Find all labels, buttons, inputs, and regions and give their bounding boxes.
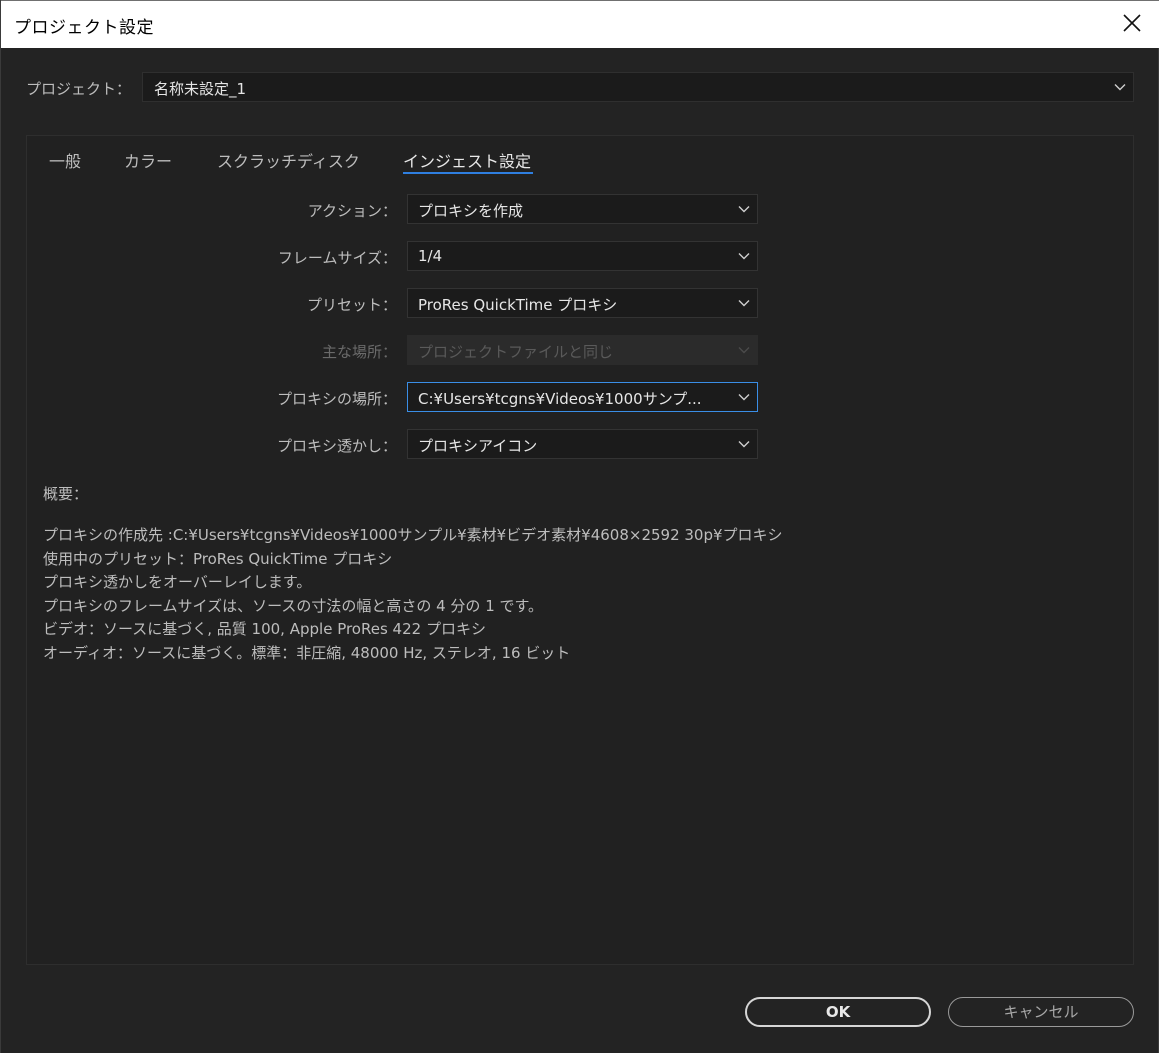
frame-size-label: フレームサイズ： <box>277 249 397 267</box>
proxy-watermark-select[interactable]: プロキシアイコン <box>407 429 758 459</box>
proxy-location-select[interactable]: C:¥Users¥tcgns¥Videos¥1000サンプ... <box>407 382 758 412</box>
tab-bar: 一般 カラー スクラッチディスク インジェスト設定 <box>27 136 1135 180</box>
tab-general[interactable]: 一般 <box>49 148 81 172</box>
summary-text: プロキシの作成先 :C:¥Users¥tcgns¥Videos¥1000サンプル… <box>43 524 1113 665</box>
proxy-watermark-label: プロキシ透かし： <box>276 437 397 455</box>
chevron-down-icon <box>738 394 750 401</box>
close-icon <box>1123 14 1141 32</box>
ok-button[interactable]: OK <box>745 997 931 1027</box>
chevron-down-icon <box>738 441 750 448</box>
proxy-location-label: プロキシの場所： <box>276 390 397 408</box>
project-row: プロジェクト： 名称未設定_1 <box>1 72 1159 104</box>
preset-select-value: ProRes QuickTime プロキシ <box>418 296 618 314</box>
tab-scratch-disks[interactable]: スクラッチディスク <box>217 148 360 172</box>
tab-ingest-settings[interactable]: インジェスト設定 <box>403 148 531 172</box>
frame-size-select-value: 1/4 <box>418 247 443 265</box>
summary-line: ビデオ：ソースに基づく, 品質 100, Apple ProRes 422 プロ… <box>43 620 486 638</box>
chevron-down-icon <box>738 300 750 307</box>
project-select[interactable]: 名称未設定_1 <box>142 72 1134 102</box>
primary-location-label: 主な場所： <box>321 343 397 361</box>
summary-line: 使用中のプリセット：ProRes QuickTime プロキシ <box>43 549 393 568</box>
project-label: プロジェクト： <box>26 80 132 98</box>
preset-label: プリセット： <box>306 296 397 314</box>
settings-panel: 一般 カラー スクラッチディスク インジェスト設定 アクション： プロキシを作成… <box>26 135 1134 965</box>
cancel-button[interactable]: キャンセル <box>948 997 1134 1027</box>
summary-line: プロキシのフレームサイズは、ソースの寸法の幅と高さの 4 分の 1 です。 <box>43 596 544 615</box>
action-select[interactable]: プロキシを作成 <box>407 194 758 224</box>
frame-size-select[interactable]: 1/4 <box>407 241 758 271</box>
proxy-watermark-select-value: プロキシアイコン <box>418 437 538 455</box>
chevron-down-icon <box>738 206 750 213</box>
action-label: アクション： <box>307 202 397 220</box>
primary-location-select-value: プロジェクトファイルと同じ <box>418 343 614 361</box>
summary-line: プロキシ透かしをオーバーレイします。 <box>43 573 312 591</box>
project-select-value: 名称未設定_1 <box>154 80 247 98</box>
primary-location-select: プロジェクトファイルと同じ <box>407 335 758 365</box>
tab-color[interactable]: カラー <box>124 148 172 172</box>
action-select-value: プロキシを作成 <box>418 202 524 220</box>
summary-line: オーディオ：ソースに基づく。標準：非圧縮, 48000 Hz, ステレオ, 16… <box>43 643 571 662</box>
summary-label: 概要： <box>43 485 89 503</box>
active-tab-indicator <box>403 172 533 174</box>
preset-select[interactable]: ProRes QuickTime プロキシ <box>407 288 758 318</box>
dialog-title: プロジェクト設定 <box>14 18 154 38</box>
project-settings-dialog: プロジェクト設定 プロジェクト： 名称未設定_1 一般 カラー スクラッチディス… <box>0 0 1159 1053</box>
chevron-down-icon <box>738 253 750 260</box>
title-bar: プロジェクト設定 <box>1 0 1159 48</box>
chevron-down-icon <box>738 347 750 354</box>
proxy-location-select-value: C:¥Users¥tcgns¥Videos¥1000サンプ... <box>418 390 702 408</box>
chevron-down-icon <box>1114 84 1126 91</box>
summary-line: プロキシの作成先 :C:¥Users¥tcgns¥Videos¥1000サンプル… <box>43 526 783 544</box>
close-button[interactable] <box>1120 11 1144 35</box>
